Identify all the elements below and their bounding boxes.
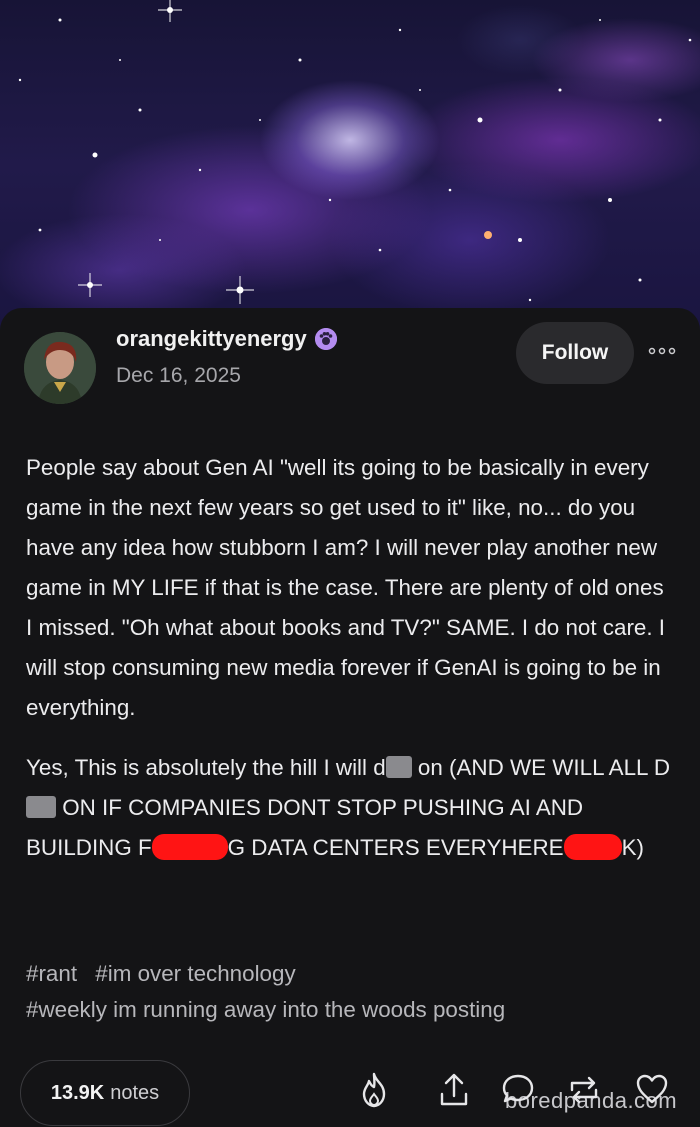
- censor-bar: [385, 756, 412, 778]
- fire-icon[interactable]: [356, 1070, 392, 1110]
- username-text[interactable]: orangekittyenergy: [116, 326, 307, 352]
- watermark: boredpanda.com: [505, 1088, 678, 1113]
- post-paragraph-2: Yes, This is absolutely the hill I will …: [26, 748, 676, 868]
- post-paragraph-1: People say about Gen AI "well its going …: [26, 455, 666, 720]
- notes-button[interactable]: 13.9K notes: [20, 1060, 190, 1126]
- tag-link[interactable]: #weekly im running away into the woods p…: [26, 997, 505, 1022]
- username[interactable]: orangekittyenergy: [116, 326, 337, 352]
- post-date: Dec 16, 2025: [116, 364, 241, 387]
- text-fragment: Yes, This is absolutely the hill I will …: [26, 755, 386, 780]
- censor-scribble: [151, 834, 228, 860]
- tag-link[interactable]: #im over technology: [95, 961, 295, 986]
- post-body: People say about Gen AI "well its going …: [26, 448, 676, 888]
- tag-list: #rant #im over technology #weekly im run…: [26, 956, 676, 1028]
- starfield: [18, 0, 692, 304]
- notes-label: notes: [110, 1081, 160, 1104]
- censor-scribble: [563, 834, 622, 860]
- follow-button[interactable]: Follow: [516, 322, 634, 384]
- notes-count: 13.9K: [50, 1081, 105, 1104]
- post-card: orangekittyenergy Dec 16, 2025 Follow Pe…: [0, 308, 700, 1127]
- paw-badge-icon: [314, 328, 337, 350]
- header-banner-image: [0, 0, 700, 330]
- text-fragment: K): [621, 835, 644, 860]
- more-options-icon[interactable]: [646, 344, 678, 358]
- text-fragment: G DATA CENTERS EVERYHERE: [227, 835, 564, 860]
- text-fragment: on (AND WE WILL ALL D: [411, 755, 671, 780]
- share-icon[interactable]: [436, 1070, 472, 1110]
- tag-link[interactable]: #rant: [26, 961, 77, 986]
- avatar[interactable]: [24, 332, 96, 404]
- censor-bar: [26, 796, 56, 818]
